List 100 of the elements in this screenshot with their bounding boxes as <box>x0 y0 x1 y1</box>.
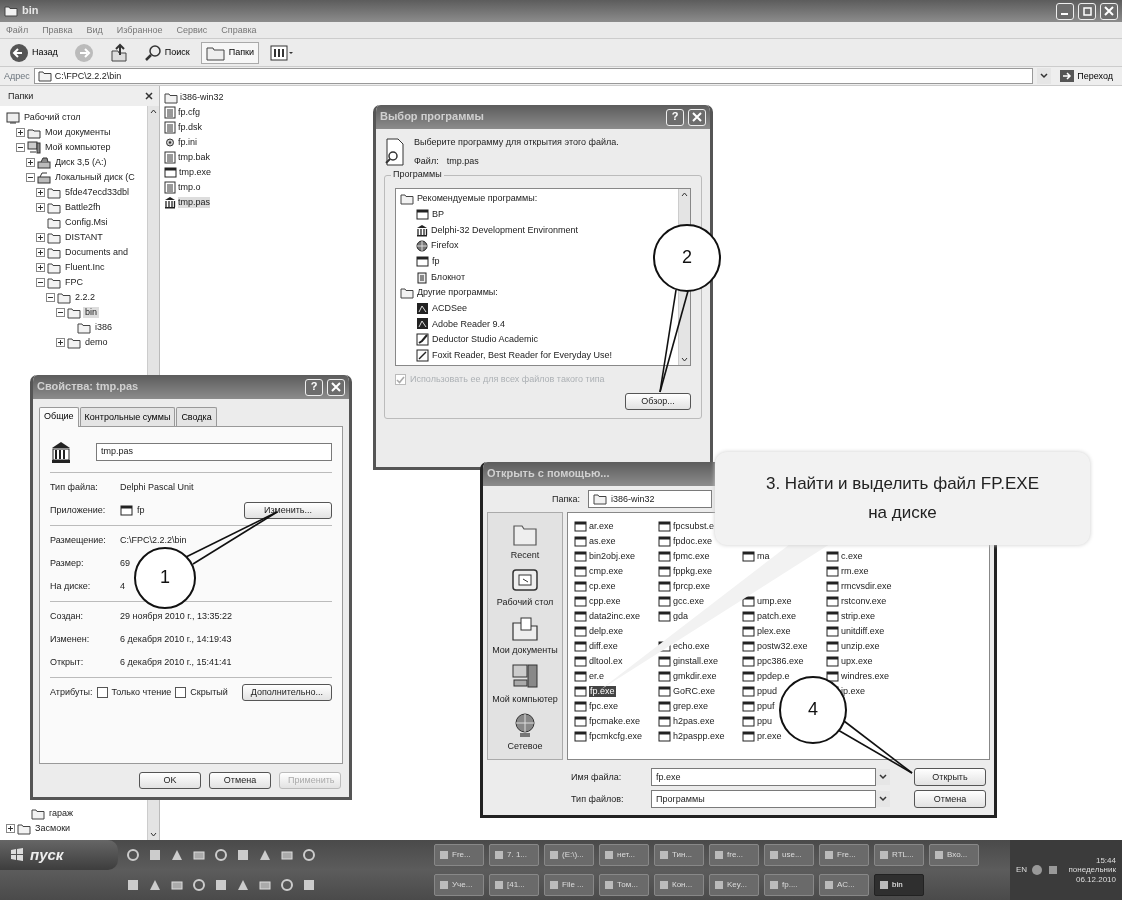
checkbox-label[interactable]: Только чтение <box>111 686 172 698</box>
taskbar-button[interactable]: fp.... <box>764 874 814 896</box>
file-item[interactable]: gda <box>673 611 689 622</box>
tab[interactable]: Сводка <box>176 407 217 426</box>
file-item[interactable]: fpcmkcfg.exe <box>589 731 643 742</box>
folder-dropdown[interactable]: i386-win32 <box>588 490 712 508</box>
file-item[interactable]: h2pas.exe <box>673 716 715 727</box>
taskbar-button[interactable]: 7. 1... <box>489 844 539 866</box>
program-item[interactable]: Adobe Reader 9.4 <box>432 318 506 330</box>
menu-item[interactable]: Избранное <box>116 24 163 36</box>
clock-time[interactable]: 15:44 <box>1095 855 1116 866</box>
file-item[interactable]: windres.exe <box>841 671 890 682</box>
tab[interactable]: Общие <box>39 407 79 427</box>
close-button[interactable] <box>145 92 153 100</box>
file-item[interactable]: ppdep.e <box>757 671 790 682</box>
file-item[interactable]: fp.exe <box>589 686 616 697</box>
tree-item[interactable]: FPC <box>63 277 85 288</box>
tree-item[interactable]: Documents and <box>63 247 131 258</box>
file-item[interactable]: fpcmake.exe <box>589 716 641 727</box>
checkbox[interactable] <box>175 686 187 698</box>
tree-item[interactable]: i386 <box>93 322 114 333</box>
search-button[interactable]: Поиск <box>138 40 195 65</box>
browse-button[interactable]: Обзор... <box>625 393 691 410</box>
file-item[interactable]: upx.exe <box>841 656 873 667</box>
menu-item[interactable]: Вид <box>86 24 103 36</box>
file-item[interactable]: fpc.exe <box>589 701 619 712</box>
file-item[interactable]: fp.dsk <box>178 122 202 133</box>
file-item[interactable]: ar.exe <box>589 521 614 532</box>
taskbar-button[interactable]: Key... <box>709 874 759 896</box>
file-item[interactable]: GoRC.exe <box>673 686 716 697</box>
taskbar-button[interactable]: [41... <box>489 874 539 896</box>
file-item[interactable]: ip.exe <box>841 686 866 697</box>
tree-item[interactable]: bin <box>83 307 99 318</box>
tab[interactable]: Контрольные суммы <box>79 407 176 426</box>
file-item[interactable]: unitdiff.exe <box>841 626 885 637</box>
taskbar-button[interactable]: Кон... <box>654 874 704 896</box>
tree-item[interactable]: Локальный диск (C <box>53 172 137 183</box>
file-item[interactable]: h2paspp.exe <box>673 731 725 742</box>
file-item[interactable]: i386-win32 <box>180 92 224 103</box>
language-indicator[interactable]: EN <box>1016 865 1028 875</box>
program-item[interactable]: Delphi-32 Development Environment <box>431 224 579 236</box>
program-item[interactable]: fp <box>432 256 440 267</box>
dialog-button[interactable]: OK <box>139 772 201 789</box>
place-item[interactable]: Recent <box>489 520 561 561</box>
taskbar-button[interactable]: AC... <box>819 874 869 896</box>
tree-item[interactable]: 5fde47ecd33dbl <box>63 187 132 198</box>
minimize-button[interactable] <box>1056 2 1074 20</box>
file-item[interactable]: unzip.exe <box>841 641 880 652</box>
menu-item[interactable]: Сервис <box>176 24 208 36</box>
file-item[interactable]: fprcp.exe <box>673 581 711 592</box>
taskbar-button[interactable]: Уче... <box>434 874 484 896</box>
taskbar-button[interactable]: RTL... <box>874 844 924 866</box>
program-item[interactable]: Блокнот <box>431 271 465 283</box>
tree-item[interactable]: 2.2.2 <box>73 292 98 303</box>
file-item[interactable]: rmcvsdir.exe <box>841 581 892 592</box>
file-item[interactable]: fpcsubst.e <box>673 521 715 532</box>
file-item[interactable]: rstconv.exe <box>841 596 887 607</box>
advanced-button[interactable]: Дополнительно... <box>241 683 332 701</box>
place-item[interactable]: Мой компьютер <box>489 661 561 705</box>
start-button[interactable]: пуск <box>0 840 118 870</box>
taskbar-button[interactable]: File ... <box>544 874 594 896</box>
file-item[interactable]: fp.ini <box>178 137 197 148</box>
file-item[interactable]: ppu <box>757 716 773 727</box>
file-item[interactable]: ump.exe <box>757 596 792 607</box>
taskbar-button[interactable]: нет... <box>599 844 649 866</box>
taskbar-button[interactable]: (E:\)... <box>544 844 594 866</box>
file-item[interactable]: fpmc.exe <box>673 551 710 562</box>
file-item[interactable]: ppc386.exe <box>757 656 804 667</box>
file-item[interactable]: cp.exe <box>589 581 616 592</box>
address-field[interactable]: C:\FPC\2.2.2\bin <box>33 68 1034 84</box>
maximize-button[interactable] <box>1078 2 1096 20</box>
tree-item[interactable]: Battle2fh <box>63 202 103 213</box>
file-item[interactable]: bin2obj.exe <box>589 551 636 562</box>
tree-item[interactable]: Диск 3,5 (A:) <box>53 157 109 168</box>
file-item[interactable]: er.e <box>589 671 604 682</box>
back-button[interactable]: Назад <box>4 39 63 66</box>
file-item[interactable]: c.exe <box>841 551 863 562</box>
menu-item[interactable]: Файл <box>6 24 29 36</box>
file-item[interactable]: pr.exe <box>757 731 782 742</box>
file-item[interactable]: patch.exe <box>757 611 797 622</box>
change-button[interactable]: Изменить... <box>244 501 332 519</box>
file-item[interactable]: cpp.exe <box>589 596 621 607</box>
cancel-button[interactable]: Отмена <box>914 790 986 808</box>
taskbar-button[interactable]: use... <box>764 844 814 866</box>
tree-item[interactable]: Fluent.Inc <box>63 262 107 273</box>
place-item[interactable]: Мои документы <box>489 614 561 656</box>
open-button[interactable]: Открыть <box>914 768 986 786</box>
tree-item[interactable]: Мой компьютер <box>43 142 113 153</box>
taskbar-button[interactable]: Fre... <box>434 844 484 866</box>
menu-item[interactable]: Справка <box>221 24 257 36</box>
file-item[interactable]: fppkg.exe <box>673 566 713 577</box>
checkbox[interactable] <box>96 686 108 698</box>
taskbar-button[interactable]: Тин... <box>654 844 704 866</box>
file-item[interactable]: as.exe <box>589 536 616 547</box>
tree-item[interactable]: Config.Msi <box>63 217 110 228</box>
program-item[interactable]: ACDSee <box>432 302 467 314</box>
filename-field[interactable]: fp.exe <box>651 768 876 786</box>
tree-item[interactable]: Рабочий стол <box>22 112 83 123</box>
file-item[interactable]: strip.exe <box>841 611 875 622</box>
name-field[interactable]: tmp.pas <box>96 442 332 461</box>
